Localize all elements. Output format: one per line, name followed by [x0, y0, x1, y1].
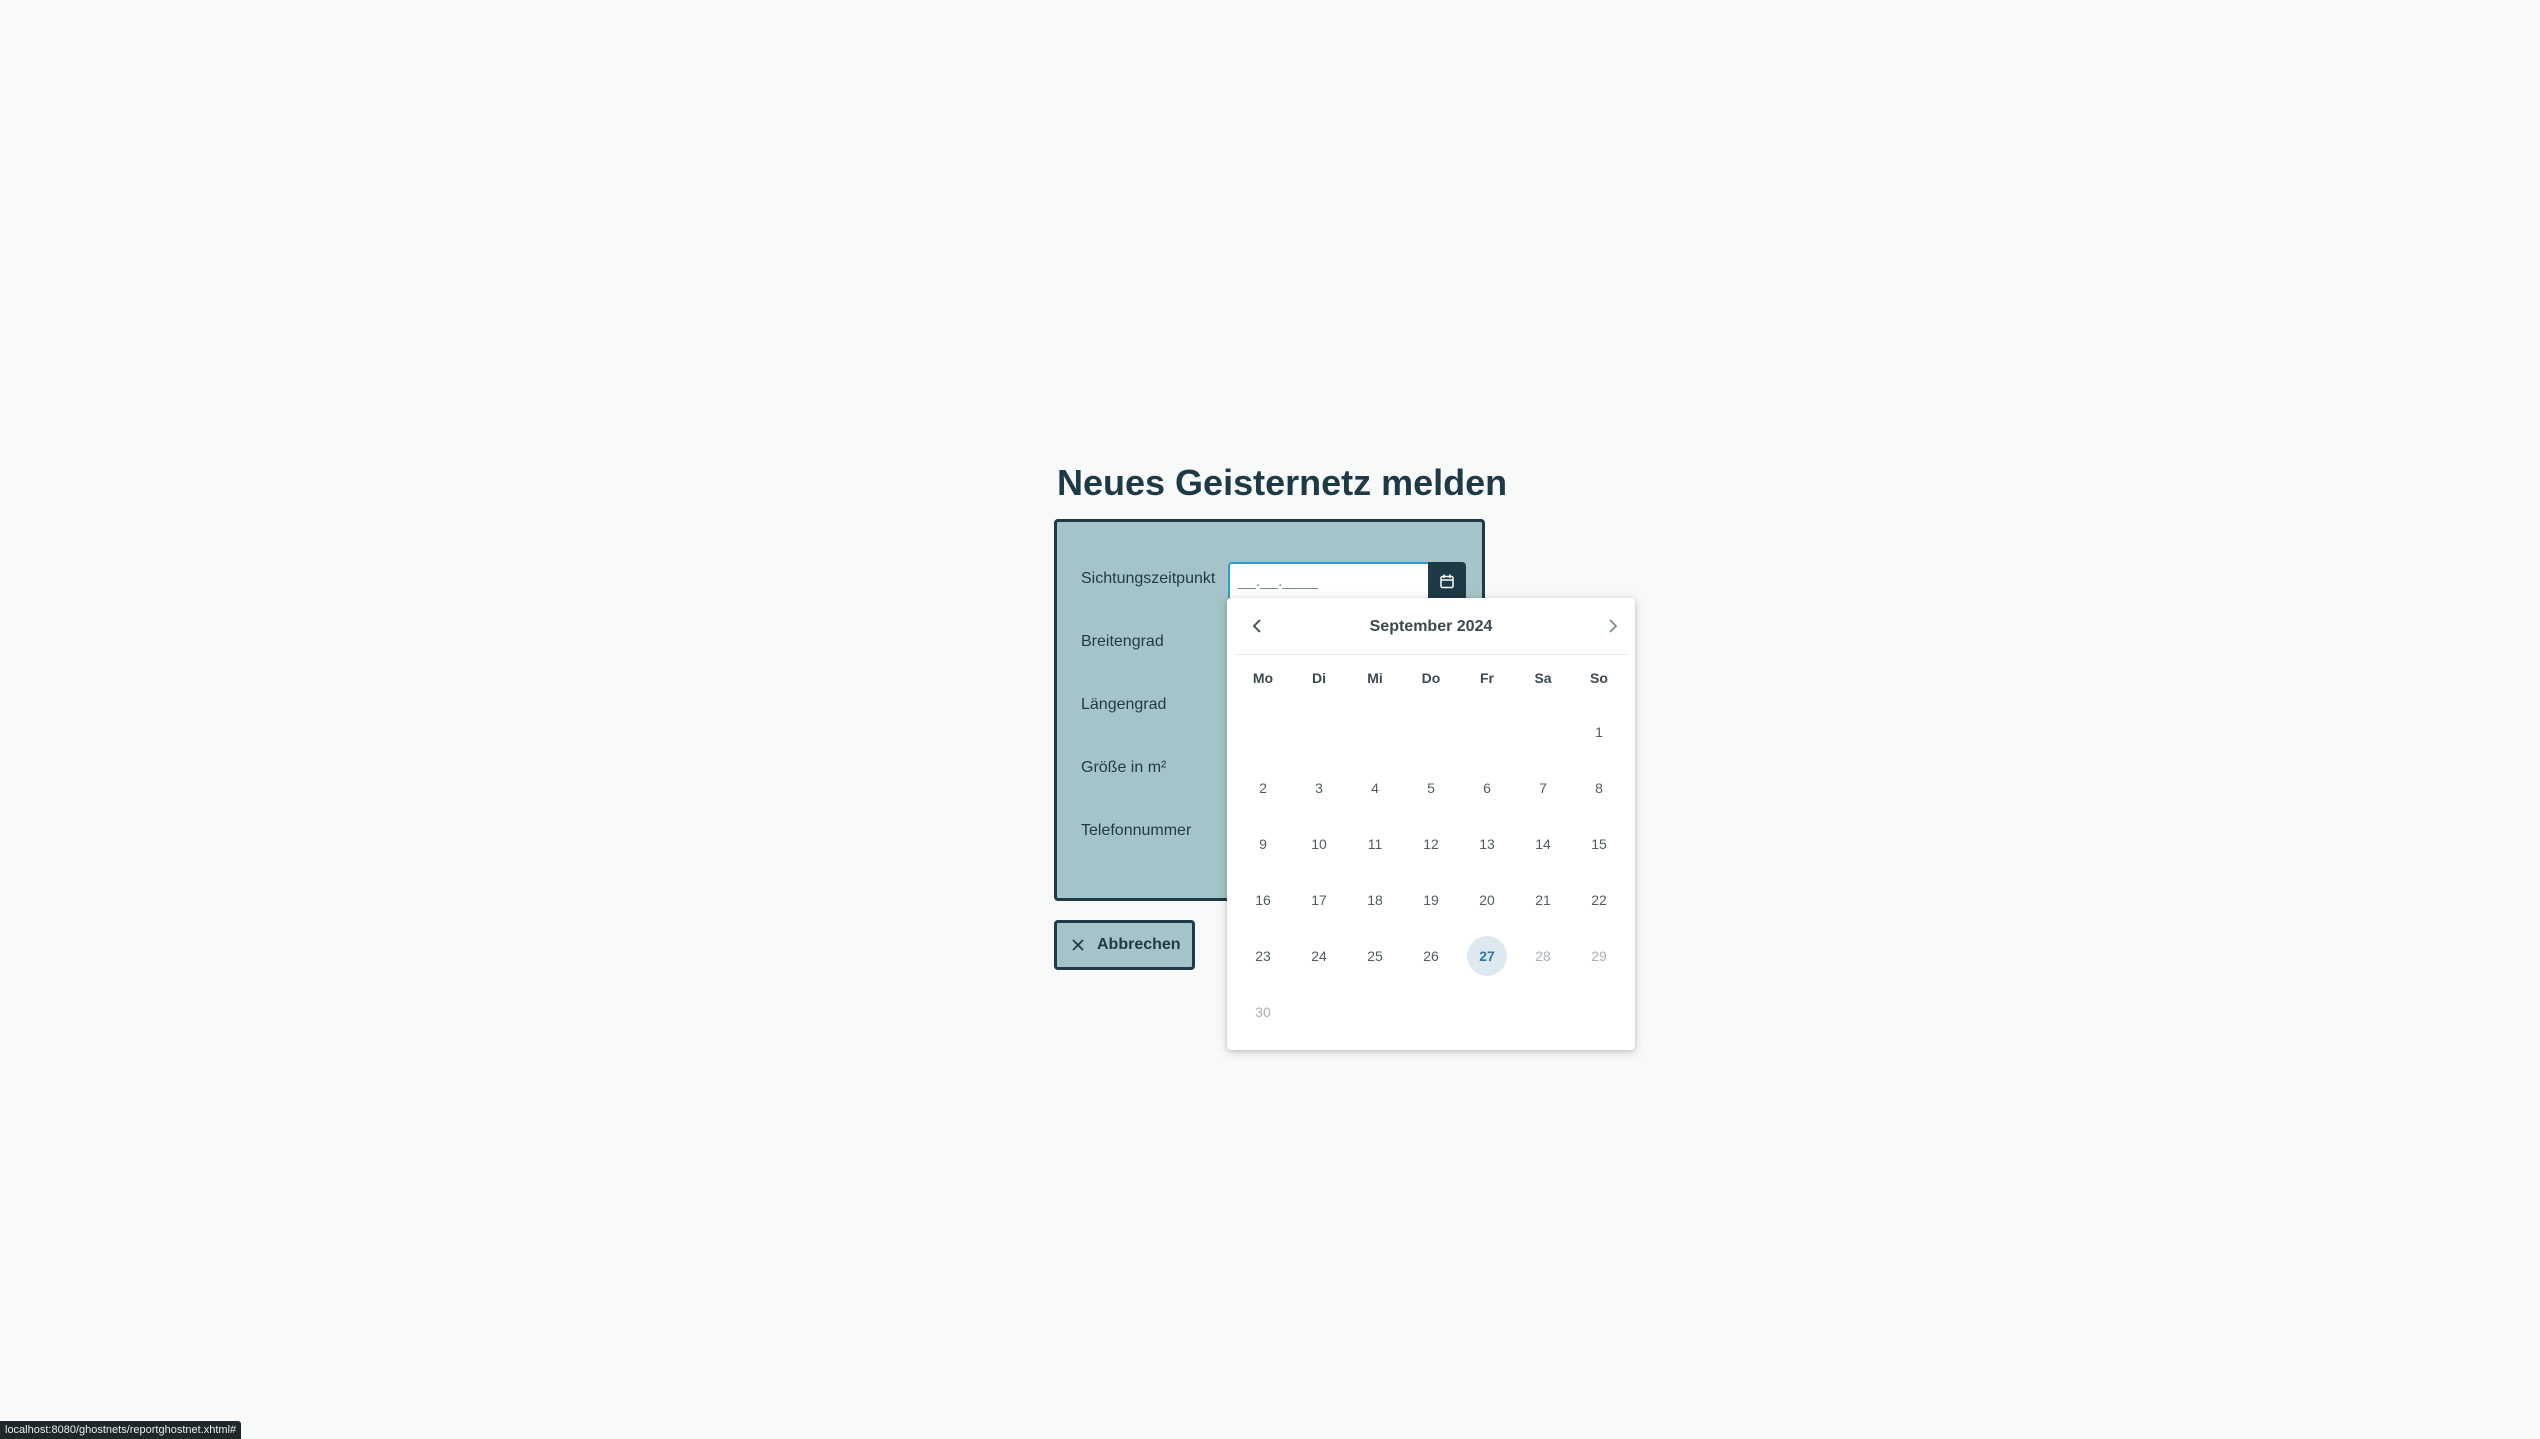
- day-cell[interactable]: 1: [1571, 704, 1627, 760]
- day-cell[interactable]: 16: [1235, 872, 1291, 928]
- page-title: Neues Geisternetz melden: [1057, 462, 1508, 503]
- day-number: 13: [1479, 836, 1495, 852]
- day-cell[interactable]: 11: [1347, 816, 1403, 872]
- cancel-button[interactable]: Abbrechen: [1054, 920, 1195, 970]
- day-cell[interactable]: 8: [1571, 760, 1627, 816]
- datepicker-popup: September 2024 Mo Di Mi Do Fr Sa So 1234…: [1227, 598, 1635, 1050]
- day-cell: 30: [1235, 984, 1291, 1040]
- weekday-label: So: [1590, 670, 1608, 686]
- day-number: 30: [1255, 1004, 1271, 1020]
- close-icon: [1071, 938, 1085, 952]
- day-cell[interactable]: 19: [1403, 872, 1459, 928]
- day-number: 3: [1315, 780, 1323, 796]
- day-number: 4: [1371, 780, 1379, 796]
- day-number: 28: [1535, 948, 1551, 964]
- calendar-button[interactable]: [1428, 562, 1466, 601]
- status-bar-url: localhost:8080/ghostnets/reportghostnet.…: [0, 1421, 242, 1439]
- day-cell: 29: [1571, 928, 1627, 984]
- empty-day-cell: [1235, 704, 1291, 760]
- day-cell[interactable]: 2: [1235, 760, 1291, 816]
- day-cell-today[interactable]: 27: [1459, 928, 1515, 984]
- day-number: 7: [1539, 780, 1547, 796]
- day-cell[interactable]: 21: [1515, 872, 1571, 928]
- empty-day-cell: [1291, 704, 1347, 760]
- day-number: 11: [1367, 836, 1383, 852]
- day-number: 15: [1591, 836, 1607, 852]
- weekday-label: Do: [1421, 670, 1441, 686]
- day-cell[interactable]: 14: [1515, 816, 1571, 872]
- day-number: 18: [1367, 892, 1383, 908]
- weekday-label: Mi: [1367, 670, 1383, 686]
- empty-day-cell: [1403, 704, 1459, 760]
- day-number: 25: [1367, 948, 1383, 964]
- day-cell[interactable]: 22: [1571, 872, 1627, 928]
- datepicker-day-grid: 1 2 3 4 5 6 7 8 9 10 11 12 13 14 15 16 17 18 19 20 21 22 23 24 2…: [1235, 704, 1627, 1040]
- day-cell[interactable]: 26: [1403, 928, 1459, 984]
- day-number: 17: [1311, 892, 1327, 908]
- sighting-time-label: Sichtungszeitpunkt: [1081, 570, 1216, 587]
- day-number: 2: [1259, 780, 1267, 796]
- day-cell[interactable]: 3: [1291, 760, 1347, 816]
- day-number: 6: [1483, 780, 1491, 796]
- day-number: 12: [1423, 836, 1439, 852]
- chevron-right-icon: [1607, 618, 1619, 634]
- weekday-label: Di: [1312, 670, 1326, 686]
- day-cell[interactable]: 25: [1347, 928, 1403, 984]
- day-cell[interactable]: 15: [1571, 816, 1627, 872]
- day-number: 10: [1311, 836, 1327, 852]
- day-number: 16: [1255, 892, 1271, 908]
- day-cell[interactable]: 12: [1403, 816, 1459, 872]
- empty-day-cell: [1459, 704, 1515, 760]
- day-number: 19: [1423, 892, 1439, 908]
- cancel-button-label: Abbrechen: [1097, 936, 1181, 953]
- size-label: Größe in m²: [1081, 759, 1167, 776]
- day-cell[interactable]: 7: [1515, 760, 1571, 816]
- empty-day-cell: [1347, 704, 1403, 760]
- day-cell[interactable]: 9: [1235, 816, 1291, 872]
- sighting-date-input[interactable]: [1228, 562, 1428, 601]
- phone-label: Telefonnummer: [1081, 822, 1192, 839]
- next-month-button[interactable]: [1599, 612, 1627, 640]
- day-number: 5: [1427, 780, 1435, 796]
- day-cell[interactable]: 20: [1459, 872, 1515, 928]
- day-cell[interactable]: 13: [1459, 816, 1515, 872]
- day-number: 26: [1423, 948, 1439, 964]
- weekday-label: Mo: [1252, 670, 1274, 686]
- datepicker-header: September 2024: [1235, 598, 1627, 655]
- day-number: 29: [1591, 948, 1607, 964]
- day-cell[interactable]: 6: [1459, 760, 1515, 816]
- empty-day-cell: [1515, 704, 1571, 760]
- day-number: 8: [1595, 780, 1603, 796]
- day-number: 14: [1535, 836, 1551, 852]
- day-number: 9: [1259, 836, 1267, 852]
- day-cell[interactable]: 17: [1291, 872, 1347, 928]
- datepicker-weekdays: Mo Di Mi Do Fr Sa So: [1235, 670, 1627, 686]
- day-number: 22: [1591, 892, 1607, 908]
- day-cell[interactable]: 10: [1291, 816, 1347, 872]
- weekday-label: Fr: [1480, 670, 1494, 686]
- day-cell[interactable]: 4: [1347, 760, 1403, 816]
- datepicker-month-title: September 2024: [1369, 618, 1493, 635]
- day-number: 1: [1595, 724, 1603, 740]
- day-number: 20: [1479, 892, 1495, 908]
- calendar-icon: [1440, 574, 1454, 589]
- longitude-label: Längengrad: [1081, 696, 1167, 713]
- day-number: 24: [1311, 948, 1327, 964]
- day-cell[interactable]: 23: [1235, 928, 1291, 984]
- day-cell: 28: [1515, 928, 1571, 984]
- day-cell[interactable]: 5: [1403, 760, 1459, 816]
- latitude-label: Breitengrad: [1081, 633, 1164, 650]
- weekday-label: Sa: [1534, 670, 1552, 686]
- day-number: 21: [1535, 892, 1551, 908]
- day-cell[interactable]: 24: [1291, 928, 1347, 984]
- day-number: 27: [1467, 936, 1507, 976]
- day-number: 23: [1255, 948, 1271, 964]
- day-cell[interactable]: 18: [1347, 872, 1403, 928]
